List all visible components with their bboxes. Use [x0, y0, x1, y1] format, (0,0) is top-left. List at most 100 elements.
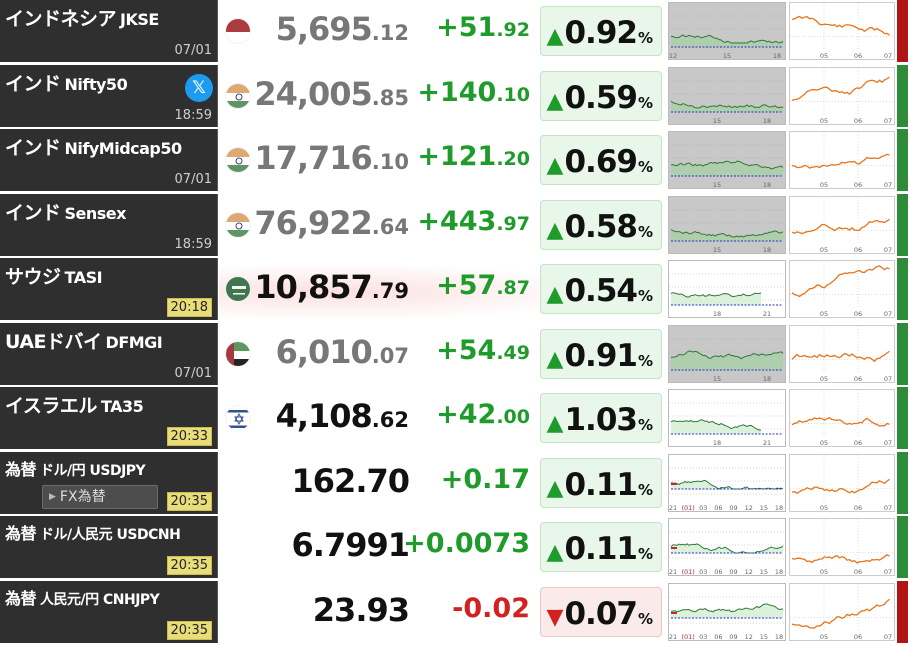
price-area: 24,005.85 +140.10 ▲0.59%: [219, 64, 667, 127]
week-chart-x-tick: 05: [820, 52, 828, 59]
name-cell[interactable]: 為替 ドル/円 USDJPY 20:35 ▶ FX為替: [0, 451, 218, 514]
instrument-symbol: DFMGI: [105, 332, 163, 352]
week-chart-line: [791, 416, 890, 427]
week-chart-x-tick: 07: [884, 246, 892, 253]
instrument-region: 為替: [5, 524, 37, 543]
name-cell[interactable]: インドネシア JKSE 07/01: [0, 0, 218, 62]
chart-x-tick: 12: [745, 633, 753, 640]
name-cell[interactable]: インド NifyMidcap50 07/01: [0, 129, 218, 191]
week-chart-x-tick: 07: [884, 568, 892, 575]
last-price: 6,010.07: [276, 333, 409, 371]
quote-row[interactable]: インド Nifty50 18:59 𝕏 24,005.85 +140.10 ▲0.59% 15…: [0, 64, 908, 127]
quote-row[interactable]: インド Sensex 18:59 76,922.64 +443.97 ▲0.58% 15 18…: [0, 193, 908, 256]
name-cell[interactable]: 為替 ドル/人民元 USDCNH 20:35: [0, 516, 218, 578]
price-decimal: .07: [371, 343, 409, 368]
chart-x-tick: (01): [681, 633, 694, 640]
quote-row[interactable]: 為替 ドル/人民元 USDCNH 20:35 6.7991 +0.0073 ▲0.11% 2…: [0, 516, 908, 578]
week-chart-x-tick: 07: [884, 181, 892, 188]
week-chart-x-tick: 06: [854, 52, 862, 59]
update-time: 20:35: [166, 620, 212, 640]
arrow-up-icon: ▲: [546, 282, 564, 307]
intraday-chart[interactable]: 15 18: [668, 324, 786, 383]
week-chart-x-tick: 06: [854, 117, 862, 124]
quote-row[interactable]: インド NifyMidcap50 07/01 17,716.10 +121.20 ▲0.6…: [0, 129, 908, 191]
intraday-chart[interactable]: 21 (01) 03 06 09 12 15 18: [668, 582, 786, 641]
chart-x-tick: 18: [713, 310, 721, 317]
intraday-chart[interactable]: 18 21: [668, 260, 786, 318]
x-share-icon[interactable]: 𝕏: [185, 73, 213, 102]
name-cell[interactable]: サウジ TASI 20:18: [0, 258, 218, 320]
intraday-chart[interactable]: 12 15 18: [668, 2, 786, 60]
price-change: +51.92: [436, 12, 530, 43]
weekly-chart[interactable]: 05 06 07: [789, 260, 895, 318]
instrument-symbol: NifyMidcap50: [64, 139, 183, 158]
quote-row[interactable]: 為替 ドル/円 USDJPY 20:35 ▶ FX為替 162.70 +0.17 ▲0.11%…: [0, 451, 908, 514]
price-area: 5,695.12 +51.92 ▲0.92%: [219, 0, 667, 62]
update-time: 20:18: [166, 298, 212, 317]
instrument-symbol: TASI: [64, 268, 103, 287]
intraday-chart[interactable]: 15 18: [668, 195, 786, 254]
name-cell[interactable]: インド Nifty50 18:59 𝕏: [0, 64, 218, 127]
weekly-chart[interactable]: 05 06 07: [789, 518, 895, 576]
percent-change: ▲0.59%: [547, 80, 653, 116]
chart-x-tick: 09: [729, 633, 737, 640]
price-area: 17,716.10 +121.20 ▲0.69%: [219, 129, 667, 191]
name-cell[interactable]: インド Sensex 18:59: [0, 193, 218, 256]
week-chart-line: [791, 15, 890, 36]
chart-x-tick: 21: [669, 633, 677, 640]
change-integer: +57: [436, 270, 497, 301]
weekly-chart[interactable]: 05 06 07: [789, 324, 895, 383]
update-time: 07/01: [174, 365, 212, 381]
quote-row[interactable]: 為替 人民元/円 CNHJPY 20:35 23.93 -0.02 ▼0.07% 21 (01…: [0, 580, 908, 643]
arrow-up-icon: ▲: [546, 217, 564, 243]
intraday-chart[interactable]: 15 18: [668, 66, 786, 125]
instrument-name: インドネシア JKSE: [5, 4, 159, 31]
percent-unit: %: [637, 158, 653, 176]
week-chart-line: [791, 265, 890, 298]
weekly-chart[interactable]: 05 06 07: [789, 66, 895, 125]
change-integer: +42: [436, 399, 497, 430]
name-cell[interactable]: イスラエル TA35 20:33: [0, 387, 218, 449]
percent-unit: %: [637, 416, 653, 434]
percent-change-box: ▼0.07%: [540, 586, 662, 637]
change-decimal: .87: [496, 277, 530, 299]
fx-menu-label: FX為替: [59, 488, 106, 505]
quote-row[interactable]: イスラエル TA35 20:33 4,108.62 +42.00 ▲1.03% 18 21 05…: [0, 387, 908, 449]
last-price: 6.7991: [292, 526, 410, 564]
week-chart-x-tick: 06: [854, 246, 862, 253]
quote-row[interactable]: UAEドバイ DFMGI 07/01 6,010.07 +54.49 ▲0.91% 15 18…: [0, 322, 908, 385]
price-integer: 24,005: [254, 74, 372, 113]
price-change: +0.0073: [403, 528, 530, 559]
week-chart-line: [791, 153, 890, 169]
week-chart-x-tick: 07: [884, 375, 892, 382]
weekly-chart[interactable]: 05 06 07: [789, 195, 895, 254]
caret-right-icon: ▶: [49, 491, 56, 502]
percent-change-box: ▲0.54%: [540, 264, 662, 314]
instrument-region: 為替: [5, 588, 37, 608]
week-chart-x-tick: 07: [884, 117, 892, 124]
percent-change: ▲0.58%: [547, 209, 653, 245]
last-price: 76,922.64: [254, 204, 409, 242]
weekly-chart[interactable]: 05 06 07: [789, 582, 895, 641]
instrument-name: インド Sensex: [5, 198, 126, 225]
status-bar: [897, 516, 908, 578]
intraday-chart[interactable]: 21 (01) 03 06 09 12 15 18: [668, 453, 786, 512]
weekly-chart[interactable]: 05 06 07: [789, 389, 895, 447]
quote-row[interactable]: インドネシア JKSE 07/01 5,695.12 +51.92 ▲0.92% 12 15 1…: [0, 0, 908, 62]
weekly-chart[interactable]: 05 06 07: [789, 131, 895, 189]
intraday-chart[interactable]: 18 21: [668, 389, 786, 447]
arrow-down-icon: ▼: [546, 604, 564, 630]
weekly-chart[interactable]: 05 06 07: [789, 2, 895, 60]
quote-row[interactable]: サウジ TASI 20:18 10,857.79 +57.87 ▲0.54% 18 21 05 0…: [0, 258, 908, 320]
chart-area: [671, 479, 783, 489]
arrow-up-icon: ▲: [546, 24, 564, 49]
intraday-chart[interactable]: 15 18: [668, 131, 786, 189]
name-cell[interactable]: UAEドバイ DFMGI 07/01: [0, 322, 218, 385]
name-cell[interactable]: 為替 人民元/円 CNHJPY 20:35: [0, 580, 218, 643]
price-integer: 23.93: [312, 590, 410, 629]
chart-x-tick: 15: [713, 181, 721, 188]
price-integer: 76,922: [254, 203, 372, 242]
intraday-chart[interactable]: 21 (01) 03 06 09 12 15 18: [668, 518, 786, 576]
fx-menu-button[interactable]: ▶ FX為替: [42, 484, 158, 509]
weekly-chart[interactable]: 05 06 07: [789, 453, 895, 512]
